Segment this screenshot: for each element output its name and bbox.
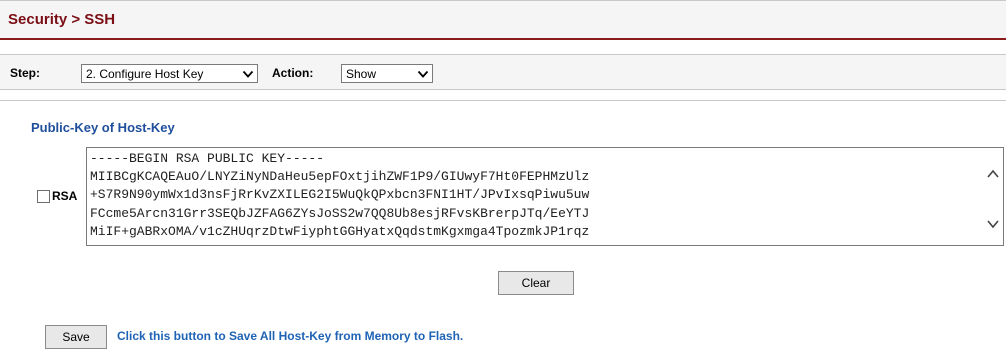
page-header: Security > SSH [0, 0, 1006, 40]
action-label: Action: [272, 66, 314, 80]
public-key-text: -----BEGIN RSA PUBLIC KEY----- MIIBCgKCA… [90, 151, 590, 239]
step-select[interactable]: 2. Configure Host Key [81, 64, 258, 83]
save-hint-text: Click this button to Save All Host-Key f… [117, 329, 464, 343]
chevron-up-icon[interactable] [985, 166, 1001, 182]
chevron-down-icon [242, 70, 254, 78]
section-heading: Public-Key of Host-Key [31, 120, 175, 135]
chevron-down-icon[interactable] [985, 216, 1001, 232]
step-label: Step: [10, 66, 40, 80]
step-toolbar: Step: 2. Configure Host Key Action: Show [0, 54, 1006, 90]
action-select[interactable]: Show [341, 64, 433, 83]
clear-button[interactable]: Clear [498, 271, 574, 295]
rsa-label: RSA [52, 189, 78, 203]
action-select-value: Show [346, 67, 377, 81]
page-title: Security > SSH [8, 11, 116, 28]
rsa-checkbox[interactable] [37, 190, 50, 203]
section-divider [0, 100, 1006, 101]
save-button[interactable]: Save [45, 325, 107, 349]
chevron-down-icon [417, 70, 429, 78]
public-key-textarea[interactable]: -----BEGIN RSA PUBLIC KEY----- MIIBCgKCA… [86, 147, 1004, 246]
step-select-value: 2. Configure Host Key [86, 67, 204, 81]
